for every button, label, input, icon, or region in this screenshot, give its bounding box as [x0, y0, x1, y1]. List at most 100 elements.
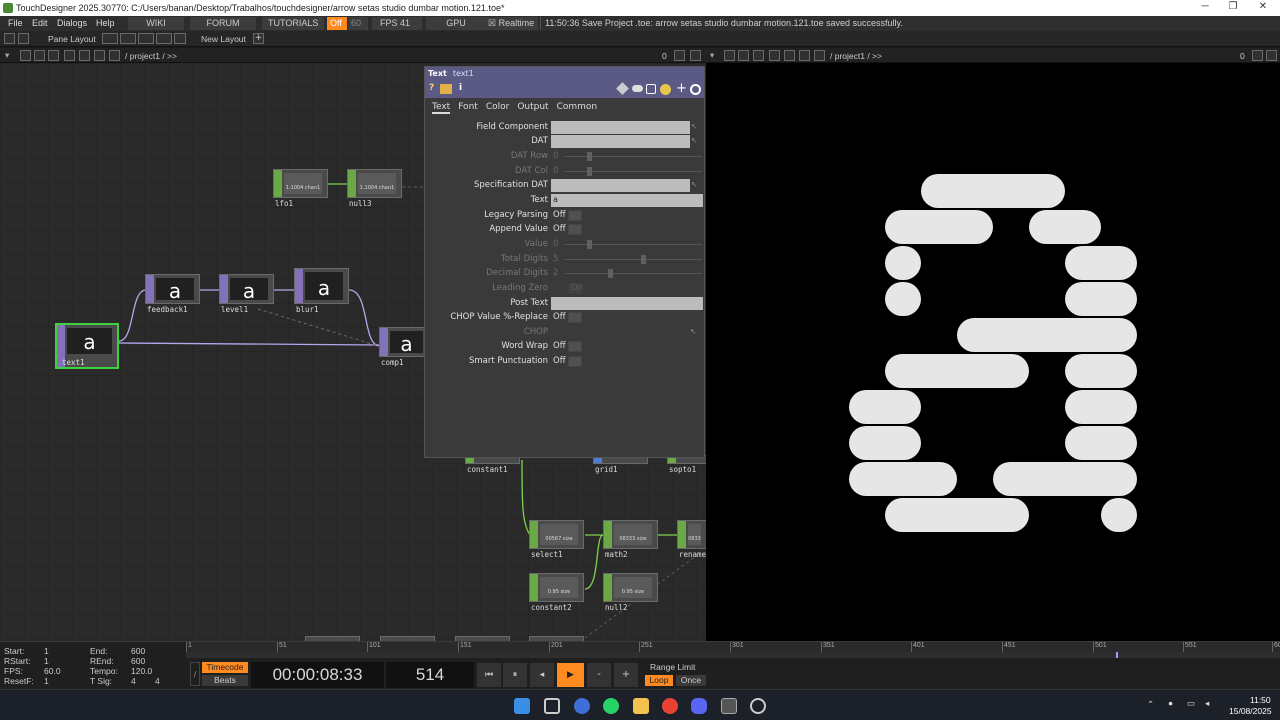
tempo-value[interactable]: 120.0 [131, 666, 152, 676]
forum-button[interactable]: FORUM [190, 17, 256, 30]
task-view-icon[interactable] [544, 698, 560, 714]
skip-start-icon[interactable]: ⏮ [477, 663, 501, 687]
rstart-value[interactable]: 1 [44, 656, 49, 666]
node-null2[interactable]: 0.95 size [603, 573, 658, 602]
menu-help[interactable]: Help [96, 18, 115, 28]
viewer-menu-icon[interactable]: ▾ [710, 50, 714, 61]
back-icon[interactable] [34, 50, 45, 61]
volume-icon[interactable]: ◂ [1205, 698, 1209, 709]
toggle-switch[interactable] [568, 283, 582, 294]
node-math2[interactable]: 08333 size [603, 520, 658, 549]
tab-text[interactable]: Text [432, 102, 451, 114]
param-field[interactable] [551, 297, 703, 310]
tab-common[interactable]: Common [557, 102, 598, 112]
timecode-button[interactable]: Timecode [202, 662, 248, 673]
tab-output[interactable]: Output [517, 102, 548, 112]
tsig-a[interactable]: 4 [131, 676, 136, 686]
timeline-ruler[interactable]: 151101151201251301351401451501551600 [186, 642, 1280, 652]
file-explorer-icon[interactable] [633, 698, 649, 714]
touchdesigner-icon[interactable] [721, 698, 737, 714]
tray-chevron-icon[interactable]: ⌃ [1147, 699, 1154, 710]
menu-file[interactable]: File [8, 18, 23, 28]
playhead[interactable] [1116, 652, 1118, 658]
left-pane-option-icon[interactable] [674, 50, 685, 61]
rend-value[interactable]: 600 [131, 656, 145, 666]
layout-1-icon[interactable] [102, 33, 118, 44]
edit-icon[interactable] [616, 82, 629, 95]
loop-button[interactable]: Loop [645, 675, 673, 686]
expression-icon[interactable] [646, 84, 656, 94]
resetf-value[interactable]: 1 [44, 676, 49, 686]
microphone-icon[interactable]: ● [1168, 698, 1173, 708]
viewer-edit-icon[interactable] [814, 50, 825, 61]
param-slider[interactable] [565, 156, 702, 157]
beats-button[interactable]: Beats [202, 675, 248, 686]
viewer-path[interactable]: / project1 / >> [830, 51, 882, 61]
network-icon[interactable]: ▭ [1187, 698, 1195, 709]
chrome-icon[interactable] [662, 698, 678, 714]
step-plus-icon[interactable]: + [614, 663, 638, 687]
start-value[interactable]: 1 [44, 646, 49, 656]
menu-edit[interactable]: Edit [32, 18, 48, 28]
viewer-search-icon[interactable] [799, 50, 810, 61]
add-icon[interactable]: + [676, 81, 687, 96]
chop-picker-icon[interactable]: ↖ [690, 327, 697, 336]
node-comp1[interactable]: a [379, 327, 429, 357]
network-path[interactable]: / project1 / >> [125, 51, 177, 61]
step-back-icon[interactable]: ◂ [530, 663, 554, 687]
right-pane-down-icon[interactable] [1266, 50, 1277, 61]
param-slider[interactable] [565, 171, 702, 172]
clock-date[interactable]: 15/08/2025 [1229, 706, 1272, 716]
timeline-track[interactable] [186, 652, 1280, 658]
pane-split-icon[interactable] [4, 33, 15, 44]
close-button[interactable]: ✕ [1253, 1, 1273, 12]
field-picker-icon[interactable]: ↖ [691, 180, 698, 189]
browser-icon[interactable] [574, 698, 590, 714]
parameter-dialog[interactable]: Text text1 ? i + Text Font Color Output Commo… [424, 66, 705, 458]
right-pane-option-icon[interactable] [1252, 50, 1263, 61]
toggle-switch[interactable] [568, 312, 582, 323]
viewer-back-icon[interactable] [738, 50, 749, 61]
param-field[interactable] [551, 179, 690, 192]
toggle-switch[interactable] [568, 341, 582, 352]
fps-60-toggle[interactable]: 60 [348, 17, 368, 30]
viewer-pane[interactable] [706, 63, 1280, 641]
viewer-home-icon[interactable] [769, 50, 780, 61]
node-null3[interactable]: 1.1004 chan1 [347, 169, 402, 198]
viewer-forward-icon[interactable] [753, 50, 764, 61]
slider-knob[interactable] [587, 152, 592, 161]
slider-knob[interactable] [587, 167, 592, 176]
node-blur1[interactable]: a [294, 268, 349, 304]
slider-knob[interactable] [641, 255, 646, 264]
help-icon[interactable]: ? [429, 83, 434, 93]
layout-2-icon[interactable] [120, 33, 136, 44]
gpu-button[interactable]: GPU [426, 17, 486, 30]
minimize-button[interactable]: ─ [1195, 1, 1215, 12]
step-minus-icon[interactable]: - [587, 663, 611, 687]
maximize-button[interactable]: ❐ [1223, 1, 1243, 12]
time-mode-icon[interactable]: / [190, 662, 200, 686]
layout-4-icon[interactable] [156, 33, 172, 44]
once-button[interactable]: Once [676, 675, 706, 686]
lock-icon[interactable] [440, 84, 452, 94]
field-picker-icon[interactable]: ↖ [691, 136, 698, 145]
viewer-bookmark-icon[interactable] [784, 50, 795, 61]
viewer-type-icon[interactable] [724, 50, 735, 61]
play-icon[interactable]: ▶ [557, 663, 584, 687]
toggle-switch[interactable] [568, 210, 582, 221]
target-icon[interactable] [690, 84, 701, 95]
comment-icon[interactable] [632, 85, 643, 92]
param-field[interactable]: a [551, 194, 703, 207]
frame-display[interactable]: 514 [386, 662, 474, 688]
param-slider[interactable] [565, 244, 702, 245]
toggle-switch[interactable] [568, 356, 582, 367]
menu-dialogs[interactable]: Dialogs [57, 18, 87, 28]
param-field[interactable] [551, 135, 690, 148]
windows-start-icon[interactable] [514, 698, 530, 714]
param-slider[interactable] [565, 259, 702, 260]
fps-off-toggle[interactable]: Off [327, 17, 347, 30]
python-icon[interactable] [660, 84, 671, 95]
param-slider[interactable] [565, 273, 702, 274]
clock-app-icon[interactable] [750, 698, 766, 714]
left-pane-down-icon[interactable] [690, 50, 701, 61]
